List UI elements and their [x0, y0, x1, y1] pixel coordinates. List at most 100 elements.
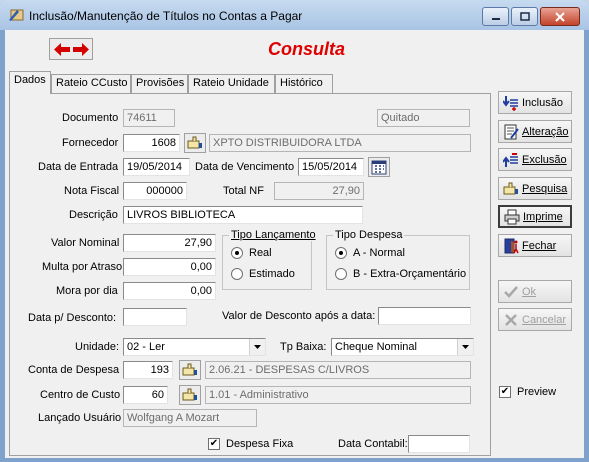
data-contabil-label: Data Contabil: [338, 438, 408, 450]
cancelar-button[interactable]: Cancelar [498, 308, 572, 331]
tp-baixa-label: Tp Baixa: [280, 341, 327, 353]
alteracao-button[interactable]: Alteração [498, 120, 572, 143]
centro-custo-label: Centro de Custo [40, 389, 121, 401]
descricao-label: Descrição [69, 209, 118, 221]
data-entrada-label: Data de Entrada [38, 161, 119, 173]
close-icon [555, 11, 565, 22]
documento-label: Documento [62, 112, 119, 124]
hand-pointer-icon [182, 363, 197, 376]
minimize-button[interactable] [482, 7, 509, 26]
data-desconto-field[interactable] [123, 308, 187, 326]
radio-extra-orcamentario[interactable]: B - Extra-Orçamentário [335, 268, 466, 280]
tab-provisoes[interactable]: Provisões [131, 74, 188, 93]
fornecedor-code-field[interactable]: 1608 [123, 134, 180, 152]
data-contabil-field[interactable] [408, 435, 470, 453]
valor-desconto-field[interactable] [378, 307, 471, 325]
tab-rateio-ccusto[interactable]: Rateio CCusto [51, 74, 131, 93]
multa-label: Multa por Atraso [42, 261, 123, 273]
data-desconto-label: Data p/ Desconto: [28, 312, 117, 324]
nota-fiscal-label: Nota Fiscal [64, 185, 120, 197]
cancel-icon [503, 312, 519, 328]
imprime-button[interactable]: Imprime [498, 205, 572, 228]
printer-icon [504, 209, 520, 225]
centro-custo-search-button[interactable] [179, 385, 201, 405]
radio-estimado[interactable]: Estimado [231, 268, 295, 280]
descricao-field[interactable]: LIVROS BIBLIOTECA [123, 206, 363, 224]
fechar-button[interactable]: Fechar [498, 234, 572, 257]
unidade-select[interactable]: 02 - Ler [123, 338, 266, 356]
radio-normal-indicator [335, 247, 347, 259]
data-vencimento-label: Data de Vencimento [195, 161, 295, 173]
tipo-lancamento-group: Tipo Lançamento Real Estimado [222, 229, 318, 290]
calendar-icon [371, 160, 387, 174]
app-icon [9, 9, 24, 21]
radio-real[interactable]: Real [231, 247, 272, 259]
radio-normal[interactable]: A - Normal [335, 247, 405, 259]
tab-dados[interactable]: Dados [9, 71, 51, 94]
centro-custo-name-field: 1.01 - Administrativo [205, 386, 471, 404]
next-record-icon[interactable] [73, 43, 89, 56]
record-navigator [49, 38, 93, 60]
calendar-button[interactable] [368, 157, 390, 177]
valor-nominal-label: Valor Nominal [51, 237, 120, 249]
pesquisa-button[interactable]: Pesquisa [498, 177, 572, 200]
mode-title: Consulta [268, 39, 346, 59]
previous-record-icon[interactable] [54, 43, 70, 56]
tipo-lancamento-label: Tipo Lançamento [229, 229, 318, 241]
hand-pointer-icon [187, 136, 202, 149]
conta-despesa-code-field[interactable]: 193 [123, 361, 173, 379]
check-icon: ✔ [499, 386, 511, 398]
valor-nominal-field[interactable]: 27,90 [123, 234, 216, 252]
maximize-button[interactable] [511, 7, 538, 26]
lancado-usuario-label: Lançado Usuário [38, 412, 122, 424]
check-icon [503, 284, 519, 300]
tab-rateio-unidade[interactable]: Rateio Unidade [188, 74, 275, 93]
fornecedor-name-field: XPTO DISTRIBUIDORA LTDA [209, 134, 471, 152]
close-button[interactable] [540, 7, 580, 26]
total-nf-field: 27,90 [274, 182, 364, 200]
preview-checkbox[interactable]: ✔ Preview [499, 386, 556, 398]
centro-custo-code-field[interactable]: 60 [123, 386, 168, 404]
delete-record-icon [503, 152, 519, 168]
documento-field[interactable]: 74611 [123, 109, 175, 127]
data-entrada-field[interactable]: 19/05/2014 [123, 158, 190, 176]
conta-despesa-search-button[interactable] [179, 360, 201, 380]
mora-field[interactable]: 0,00 [123, 282, 216, 300]
title-bar: Inclusão/Manutenção de Títulos no Contas… [0, 0, 589, 30]
chevron-down-icon [249, 339, 265, 355]
tab-historico[interactable]: Histórico [275, 74, 333, 93]
radio-extra-indicator [335, 268, 347, 280]
mora-label: Mora por dia [56, 285, 118, 297]
data-vencimento-field[interactable]: 15/05/2014 [298, 158, 364, 176]
client-area: Consulta Dados Rateio CCusto Provisões R… [5, 30, 584, 458]
despesa-fixa-checkbox[interactable]: ✔ Despesa Fixa [208, 438, 293, 450]
tp-baixa-value: Cheque Nominal [335, 341, 417, 353]
exclusao-button[interactable]: Exclusão [498, 148, 572, 171]
tp-baixa-select[interactable]: Cheque Nominal [331, 338, 474, 356]
add-record-icon [503, 95, 519, 111]
radio-real-indicator [231, 247, 243, 259]
unidade-value: 02 - Ler [127, 341, 165, 353]
inclusao-button[interactable]: Inclusão [498, 91, 572, 114]
nota-fiscal-field[interactable]: 000000 [123, 182, 187, 200]
exit-door-icon [503, 238, 519, 254]
tipo-despesa-group: Tipo Despesa A - Normal B - Extra-Orçame… [326, 229, 470, 290]
hand-pointer-icon [182, 388, 197, 401]
total-nf-label: Total NF [223, 185, 264, 197]
status-field: Quitado [377, 109, 470, 127]
fornecedor-label: Fornecedor [62, 137, 119, 149]
ok-button[interactable]: Ok [498, 280, 572, 303]
chevron-down-icon [457, 339, 473, 355]
multa-field[interactable]: 0,00 [123, 258, 216, 276]
radio-estimado-indicator [231, 268, 243, 280]
lancado-usuario-field: Wolfgang A Mozart [123, 409, 257, 427]
window-title: Inclusão/Manutenção de Títulos no Contas… [29, 9, 303, 23]
check-icon: ✔ [208, 438, 220, 450]
fornecedor-search-button[interactable] [184, 133, 206, 153]
conta-despesa-label: Conta de Despesa [28, 364, 120, 376]
tipo-despesa-label: Tipo Despesa [333, 229, 405, 241]
valor-desconto-label: Valor de Desconto após a data: [222, 310, 376, 322]
conta-despesa-name-field: 2.06.21 - DESPESAS C/LIVROS [205, 361, 471, 379]
hand-pointer-icon [503, 181, 519, 197]
window: Inclusão/Manutenção de Títulos no Contas… [0, 0, 589, 462]
